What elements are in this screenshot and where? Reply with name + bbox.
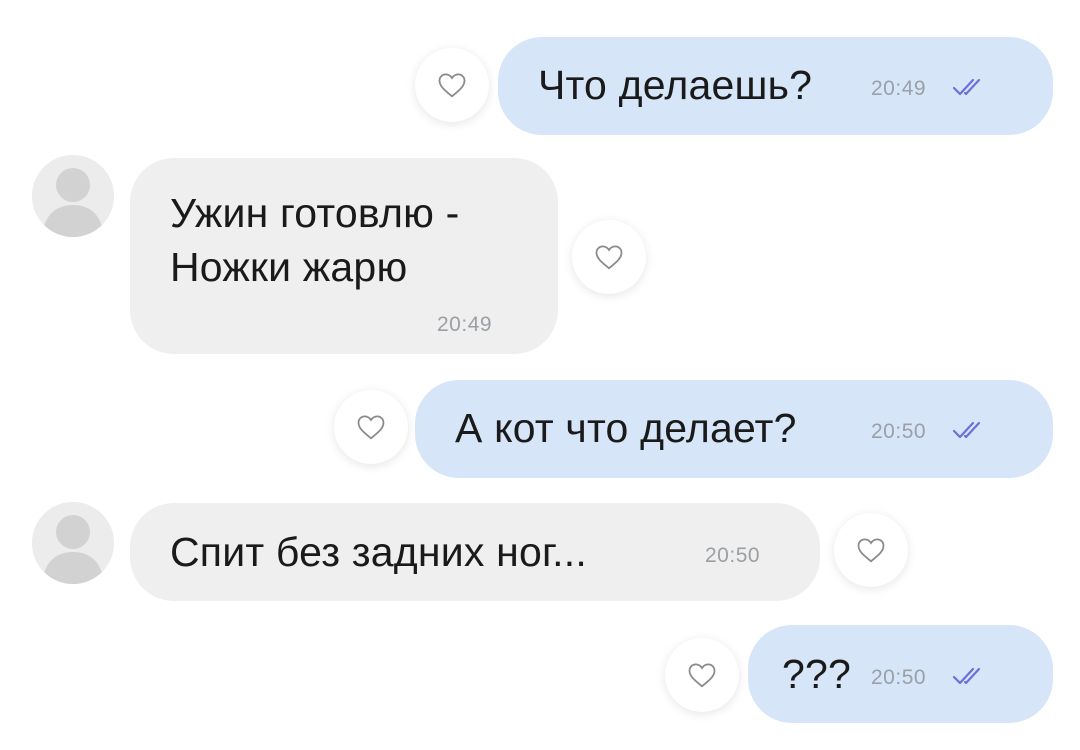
message-text-line-2: Ножки жарю bbox=[170, 244, 408, 290]
like-reaction-button[interactable] bbox=[415, 48, 489, 122]
like-reaction-button[interactable] bbox=[334, 390, 408, 464]
message-text: Что делаешь? bbox=[538, 62, 813, 108]
heart-outline-icon bbox=[688, 663, 716, 688]
heart-outline-icon bbox=[595, 245, 623, 270]
double-check-icon bbox=[952, 78, 981, 96]
double-check-icon bbox=[952, 421, 981, 439]
outgoing-message-bubble[interactable]: Что делаешь? 20:49 bbox=[498, 37, 1053, 135]
message-text-line-1: Ужин готовлю - bbox=[170, 190, 460, 236]
message-text: Спит без задних ног... bbox=[170, 529, 587, 575]
like-reaction-button[interactable] bbox=[665, 638, 739, 712]
message-time: 20:50 bbox=[705, 544, 761, 567]
message-time: 20:49 bbox=[871, 77, 927, 100]
avatar[interactable] bbox=[32, 155, 114, 237]
double-check-icon bbox=[952, 667, 981, 685]
outgoing-message-bubble[interactable]: А кот что делает? 20:50 bbox=[415, 380, 1053, 478]
message-text: А кот что делает? bbox=[455, 405, 797, 451]
heart-outline-icon bbox=[357, 415, 385, 440]
outgoing-message-bubble[interactable]: ??? 20:50 bbox=[748, 625, 1053, 723]
incoming-message-bubble[interactable]: Спит без задних ног... 20:50 bbox=[130, 503, 820, 601]
heart-outline-icon bbox=[857, 538, 885, 563]
message-time: 20:49 bbox=[437, 313, 493, 336]
default-avatar-icon bbox=[32, 155, 114, 237]
avatar[interactable] bbox=[32, 502, 114, 584]
message-time: 20:50 bbox=[871, 666, 927, 689]
like-reaction-button[interactable] bbox=[834, 513, 908, 587]
heart-outline-icon bbox=[438, 73, 466, 98]
message-time: 20:50 bbox=[871, 420, 927, 443]
like-reaction-button[interactable] bbox=[572, 220, 646, 294]
default-avatar-icon bbox=[32, 502, 114, 584]
message-text: ??? bbox=[782, 651, 852, 697]
incoming-message-bubble[interactable]: Ужин готовлю - Ножки жарю 20:49 bbox=[130, 158, 558, 354]
